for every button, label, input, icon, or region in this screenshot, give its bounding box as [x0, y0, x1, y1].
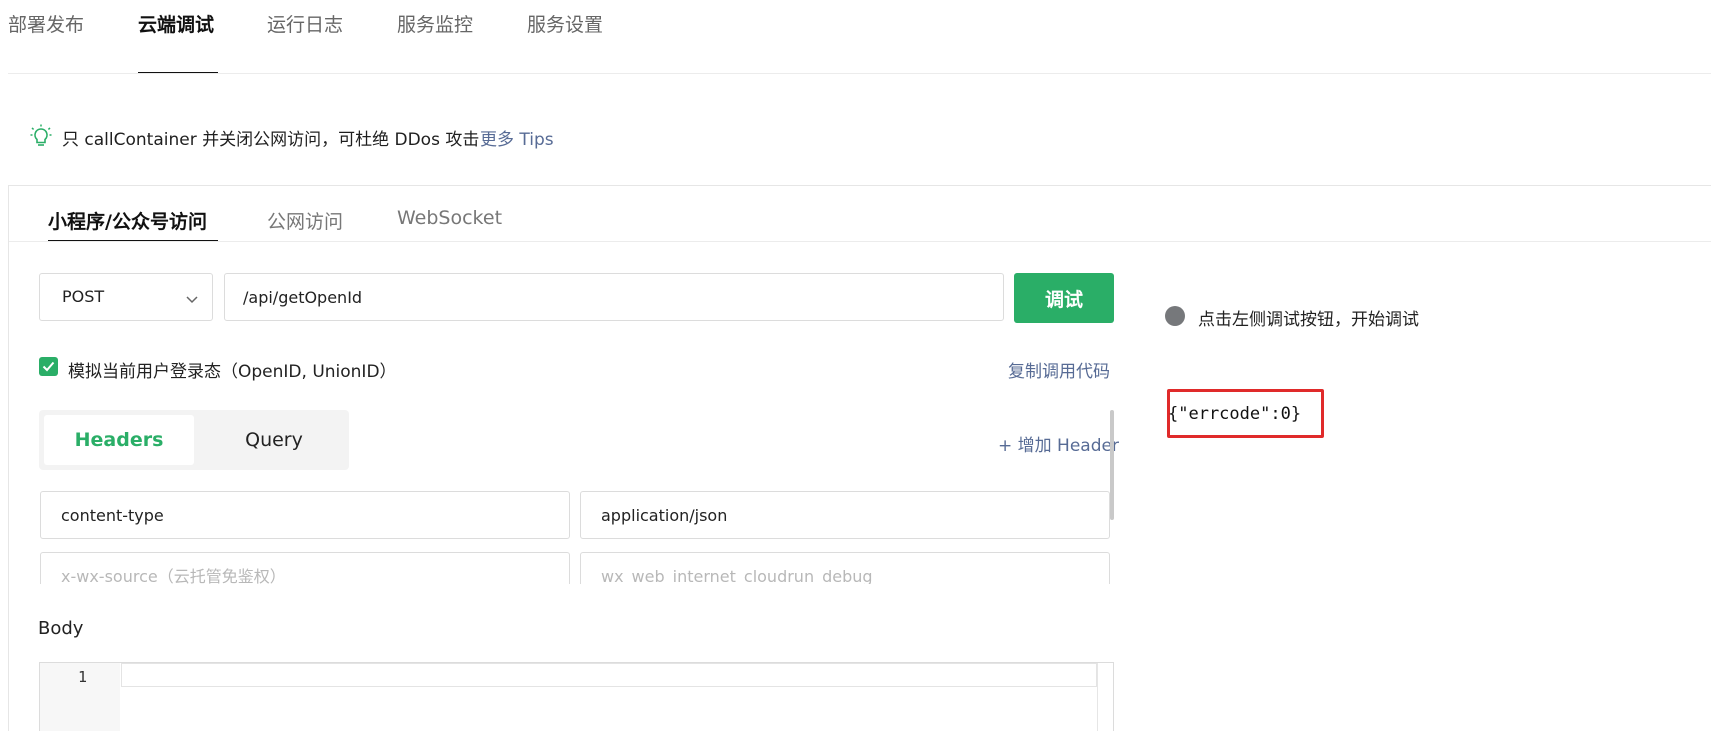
- method-value: POST: [62, 287, 105, 306]
- header-row-clip: [38, 548, 1118, 584]
- tab-headers[interactable]: Headers: [44, 415, 194, 465]
- header-key-input[interactable]: [40, 552, 570, 584]
- path-input[interactable]: [224, 273, 1004, 321]
- status-text: 点击左侧调试按钮，开始调试: [1198, 310, 1419, 330]
- response-text: {"errcode":0}: [1168, 404, 1302, 424]
- param-tab-switch: Headers Query: [39, 410, 349, 470]
- line-number: 1: [78, 668, 88, 686]
- tab-miniprogram-access[interactable]: 小程序/公众号访问: [48, 207, 207, 234]
- status-dot-icon: [1165, 306, 1185, 326]
- add-header-link[interactable]: + 增加 Header: [998, 431, 1119, 456]
- more-tips-link[interactable]: 更多 Tips: [480, 125, 554, 150]
- tab-service-monitor[interactable]: 服务监控: [397, 10, 473, 37]
- headers-scrollbar[interactable]: [1110, 410, 1114, 520]
- editor-scrollbar[interactable]: [1097, 663, 1113, 731]
- lightbulb-icon: [30, 124, 52, 148]
- simulate-login-checkbox[interactable]: [39, 357, 58, 376]
- body-editor[interactable]: 1: [39, 662, 1114, 731]
- header-value-input[interactable]: [580, 552, 1110, 584]
- tab-deploy[interactable]: 部署发布: [8, 10, 84, 37]
- tab-websocket[interactable]: WebSocket: [397, 207, 502, 229]
- tip-text: 只 callContainer 并关闭公网访问，可杜绝 DDos 攻击: [62, 130, 480, 150]
- tab-run-logs[interactable]: 运行日志: [267, 10, 343, 37]
- tab-service-settings[interactable]: 服务设置: [527, 10, 603, 37]
- method-select[interactable]: POST: [39, 273, 213, 321]
- simulate-login-label: 模拟当前用户登录态（OpenID, UnionID）: [68, 362, 397, 382]
- tab-cloud-debug[interactable]: 云端调试: [138, 10, 214, 37]
- tab-query[interactable]: Query: [199, 415, 349, 465]
- header-value-input[interactable]: [580, 491, 1110, 539]
- copy-code-link[interactable]: 复制调用代码: [1008, 357, 1110, 382]
- subtab-divider: [9, 241, 1711, 242]
- tab-public-access[interactable]: 公网访问: [267, 207, 343, 234]
- editor-active-line[interactable]: [121, 663, 1097, 687]
- debug-button[interactable]: 调试: [1014, 273, 1114, 323]
- body-label: Body: [38, 618, 84, 639]
- top-divider: [8, 73, 1711, 74]
- chevron-down-icon: [186, 290, 198, 304]
- header-key-input[interactable]: [40, 491, 570, 539]
